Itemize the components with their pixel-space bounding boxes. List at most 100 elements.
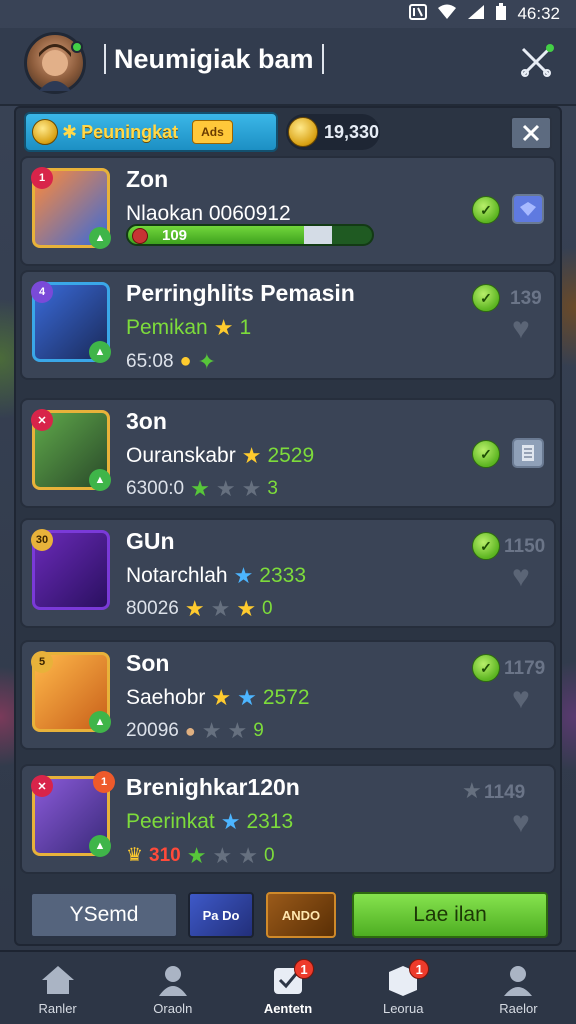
row-subtitle: Notarchlah ★ 2333 [126,564,306,588]
star-icon: ★ [220,809,241,834]
notification-badge: 1 [93,771,115,793]
nav-label: Aentetn [263,1001,313,1016]
approve-button[interactable]: ✓ [472,654,500,682]
row-title: Son [126,650,170,676]
star-empty-icon: ★ [212,842,233,868]
row-title: 3on [126,408,167,434]
header-title: Neumigiak bam [104,44,324,74]
star-icon: ★ [213,315,234,340]
meta-text: 310 [149,844,181,866]
home-icon [38,963,78,997]
approve-button[interactable]: ✓ [472,196,500,224]
leaf-icon: ✦ [197,348,217,374]
meta-number: 3 [267,478,278,499]
row-subtitle: Peerinkat ★ 2313 [126,810,293,834]
crossed-swords-button[interactable] [518,44,554,80]
team-card-button[interactable]: Pa Do [188,892,254,938]
meta-text: 65:08 [126,350,174,372]
profile-icon [153,963,193,997]
heart-icon[interactable]: ♥ [512,682,530,716]
primary-action-button[interactable]: Lae ilan [352,892,548,938]
meta-number: 9 [253,720,264,741]
row-meta: 65:08 ● ✦ [126,350,216,373]
rank-badge: 5 [31,651,53,673]
star-empty-icon: ★ [241,476,262,501]
subtitle-number: 1 [239,316,252,339]
subtitle-number: 2313 [246,810,294,833]
meta-number: 0 [263,844,275,866]
hero-portrait: 1 ▲ [31,167,111,249]
star-icon: ★ [236,596,257,621]
level-up-icon: ▲ [89,469,111,491]
list-item[interactable]: 5 ▲ Son Saehobr ★ ★ 2572 20096 ● ★ ★ 9 ✓… [20,640,556,750]
list-item[interactable]: 4 ▲ Perringhlits Pemasin Pemikan ★ 1 65:… [20,270,556,380]
close-button[interactable] [510,116,552,150]
level-up-icon: ▲ [89,711,111,733]
like-count: 1179 [504,658,546,679]
coin-icon [32,119,58,145]
heart-icon[interactable]: ♥ [512,312,530,346]
heart-icon[interactable]: ♥ [512,806,530,840]
nav-item-user[interactable]: Raelor [461,952,576,1024]
approve-button[interactable]: ✓ [472,440,500,468]
status-bar: 46:32 [0,0,576,28]
nav-item-home[interactable]: Ranler [0,952,115,1024]
hero-portrait: ✕ 1 ▲ [31,771,115,857]
ads-chip[interactable]: Ads [192,120,233,144]
signal-icon [467,4,485,25]
row-meta: ♛ 310 ★ ★ ★ 0 [126,844,275,867]
list-item[interactable]: 30 GUn Notarchlah ★ 2333 80026 ★ ★ ★ 0 ✓… [20,518,556,628]
row-title: Brenighkar120n [126,774,300,800]
avatar[interactable] [24,32,86,94]
row-meta: 80026 ★ ★ ★ 0 [126,598,273,620]
list-item[interactable]: ✕ 1 ▲ Brenighkar120n Peerinkat ★ 2313 ♛ … [20,764,556,874]
rank-badge: 4 [31,281,53,303]
currency-bar[interactable]: ✱ Peuningkat Ads [24,112,278,152]
nav-item-profile[interactable]: Oraoln [115,952,230,1024]
level-up-icon: ▲ [89,835,111,857]
battery-icon [495,2,507,26]
like-count: 1149 [484,782,526,803]
rank-badge: 1 [31,167,53,189]
progress-label: 109 [162,227,188,244]
row-meta: 6300:0 ★ ★ ★ 3 [126,478,278,500]
meta-text: 80026 [126,598,179,619]
shield-card-button[interactable]: ANDO [266,892,336,938]
nav-label: Oraoln [153,1001,193,1016]
nav-item-box[interactable]: 1 Leorua [346,952,461,1024]
action-bar: YSemd Pa Do ANDO Lae ilan [20,884,556,944]
close-icon [522,124,540,142]
gem-icon [512,194,544,224]
level-up-icon: ▲ [89,341,111,363]
sparkle-icon: ✱ [62,121,78,142]
send-button[interactable]: YSemd [30,892,178,938]
star-empty-icon: ★ [238,842,258,868]
row-subtitle: Pemikan ★ 1 [126,316,251,340]
crown-icon: ♛ [126,845,144,866]
star-icon: ★ [184,596,205,621]
gold-coin-icon [288,117,318,147]
gold-value: 19,330 [324,121,380,142]
gold-counter: 19,330 [286,114,380,150]
approve-button[interactable]: ✓ [472,284,500,312]
row-subtitle: Saehobr ★ ★ 2572 [126,686,310,710]
star-empty-icon: ★ [201,718,222,743]
subtitle-number: 2333 [259,564,307,587]
nav-item-inbox[interactable]: 1 Aentetn [230,952,345,1024]
rank-badge: ✕ [31,775,53,797]
list-item[interactable]: ✕ ▲ 3on Ouranskabr ★ 2529 6300:0 ★ ★ ★ 3… [20,398,556,508]
nfc-icon [409,3,428,25]
nav-label: Leorua [382,1001,424,1016]
list-item[interactable]: 1 ▲ Zon Nlaokan 0060912 109 ✓ [20,156,556,266]
star-icon: ★ [190,476,210,501]
approve-button[interactable]: ✓ [472,532,500,560]
heart-icon[interactable]: ♥ [512,560,530,594]
row-title: Zon [126,166,169,192]
row-title: GUn [126,528,175,554]
star-icon: ★ [211,685,232,710]
progress-fill [128,226,304,244]
nav-label: Ranler [38,1001,77,1016]
notification-dot [546,44,554,52]
meta-number: 0 [262,598,273,619]
subtitle-text: Peerinkat [126,810,215,833]
